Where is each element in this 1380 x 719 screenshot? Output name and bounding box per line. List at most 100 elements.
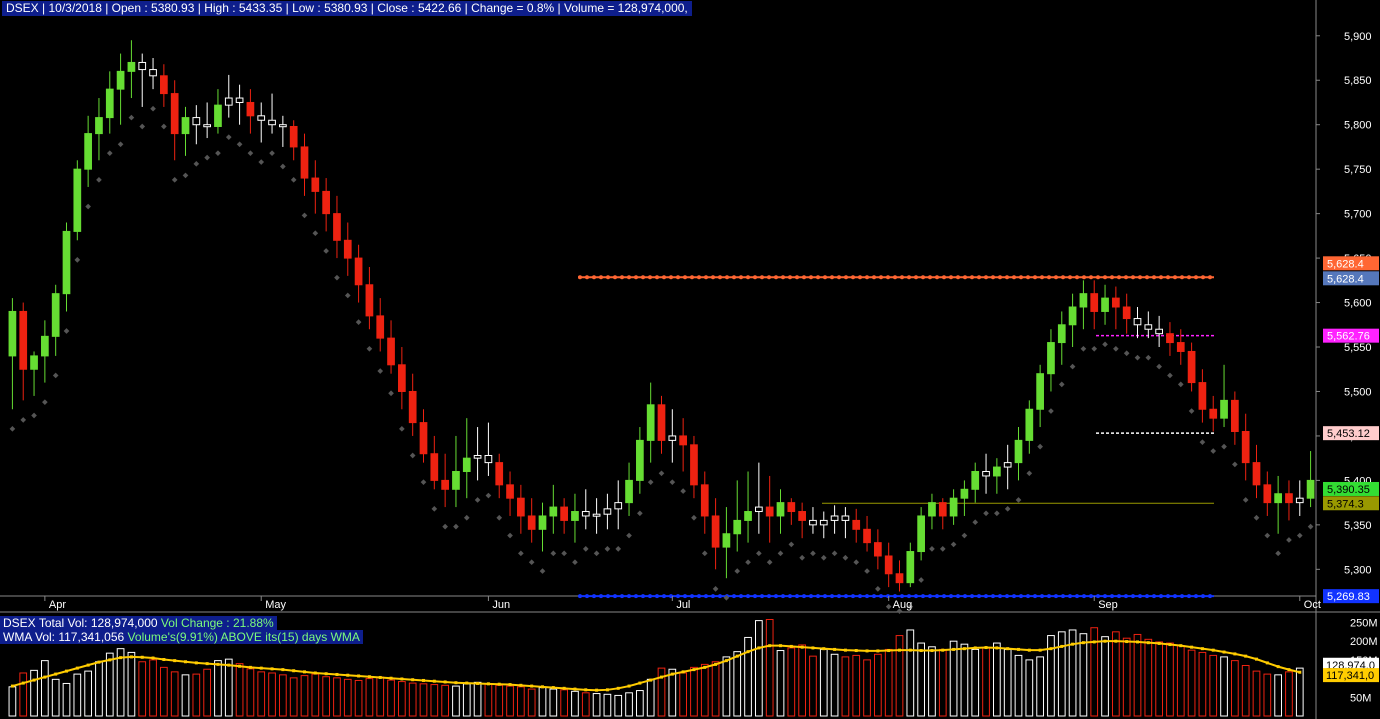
stop-marker — [712, 586, 719, 592]
support-dot — [627, 594, 631, 599]
resistance-dot — [1152, 275, 1156, 280]
candle-body — [257, 115, 266, 121]
candle-body — [19, 310, 28, 370]
resistance-dot — [830, 275, 834, 280]
stop-marker — [1167, 372, 1173, 379]
candle-body — [408, 390, 417, 424]
stop-marker — [1091, 345, 1098, 352]
volume-bar — [798, 644, 806, 717]
volume-bar — [430, 684, 439, 717]
volume-bar — [105, 652, 114, 717]
candle-body — [300, 146, 309, 179]
stop-marker — [106, 150, 113, 156]
candle-body — [8, 310, 17, 357]
volume-bar — [419, 683, 428, 717]
candle-body — [755, 506, 763, 513]
stop-marker — [961, 532, 968, 539]
price-tick-label: 5,850 — [1344, 75, 1372, 87]
stop-marker — [388, 390, 394, 397]
candle-body — [1241, 430, 1250, 464]
volume-bar — [884, 648, 893, 717]
volume-bar — [549, 688, 558, 717]
support-dot — [984, 594, 988, 599]
resistance-dot — [991, 275, 995, 280]
stop-marker — [453, 523, 459, 530]
stop-marker — [1069, 363, 1076, 370]
wma-point — [476, 681, 480, 685]
wma-point — [97, 660, 101, 664]
candle-body — [224, 97, 233, 106]
resistance-dot — [795, 275, 799, 280]
stop-marker — [701, 550, 708, 557]
candle-body — [1079, 293, 1088, 308]
volume-bar — [809, 655, 817, 717]
support-dot — [907, 594, 911, 599]
volume-bar — [322, 676, 330, 717]
stop-marker — [518, 550, 524, 557]
volume-bar — [971, 648, 980, 717]
resistance-dot — [683, 275, 687, 280]
candle-body — [1112, 297, 1120, 308]
resistance-dot — [606, 275, 610, 280]
candle-body — [279, 124, 287, 128]
time-tick-label: Jun — [492, 599, 510, 611]
candle-body — [549, 506, 558, 517]
candle-body — [1252, 462, 1261, 486]
candle-body — [776, 502, 785, 517]
support-dot — [613, 594, 617, 599]
wma-point — [10, 684, 14, 688]
candle-body — [84, 133, 92, 170]
volume-bar — [311, 673, 320, 717]
resistance-dot — [907, 275, 911, 280]
support-dot — [970, 594, 974, 599]
volume-bar — [398, 681, 406, 717]
volume-bar — [603, 693, 612, 717]
candle-body — [841, 515, 850, 521]
candle-body — [116, 70, 125, 90]
wma-point — [724, 659, 728, 663]
resistance-dot — [1012, 275, 1016, 280]
volume-label: Volume = 128,974,000, — [563, 1, 688, 15]
stop-marker — [52, 372, 59, 379]
support-dot — [1005, 594, 1009, 599]
wma-point — [887, 649, 891, 653]
support-dot — [1145, 594, 1149, 599]
stop-marker — [929, 546, 935, 552]
candle-body — [1285, 493, 1293, 504]
candle-body — [127, 61, 136, 72]
support-dot — [872, 594, 876, 599]
resistance-dot — [774, 275, 778, 280]
stop-marker — [745, 559, 751, 566]
stop-marker — [399, 425, 405, 432]
stop-marker — [323, 248, 329, 254]
wma-point — [400, 677, 404, 681]
candle-body — [484, 455, 493, 464]
candle-body — [452, 471, 460, 490]
time-tick-label: Jul — [676, 599, 690, 611]
wma-point — [259, 666, 263, 670]
candle-body — [462, 457, 471, 473]
volume-bar — [62, 682, 71, 717]
stop-marker — [842, 554, 849, 561]
resistance-dot — [1061, 275, 1065, 280]
candle-body — [722, 533, 731, 548]
stop-marker — [1286, 537, 1292, 543]
wma-point — [541, 685, 544, 689]
support-dot — [634, 594, 638, 599]
resistance-dot — [858, 275, 862, 280]
wma-point — [973, 646, 977, 650]
resistance-dot — [949, 275, 953, 280]
wma-point — [984, 646, 988, 650]
stop-marker — [204, 154, 210, 161]
volume-bar — [517, 686, 525, 717]
stop-marker — [734, 568, 741, 574]
volume-bar — [19, 672, 28, 717]
volume-tick-label: 200M — [1350, 636, 1378, 648]
stop-marker — [680, 488, 686, 494]
candle-body — [289, 125, 298, 148]
resistance-dot — [963, 275, 967, 280]
stop-marker — [355, 319, 362, 325]
stop-marker — [442, 523, 448, 530]
wma-point — [735, 654, 739, 658]
support-dot — [998, 594, 1002, 599]
